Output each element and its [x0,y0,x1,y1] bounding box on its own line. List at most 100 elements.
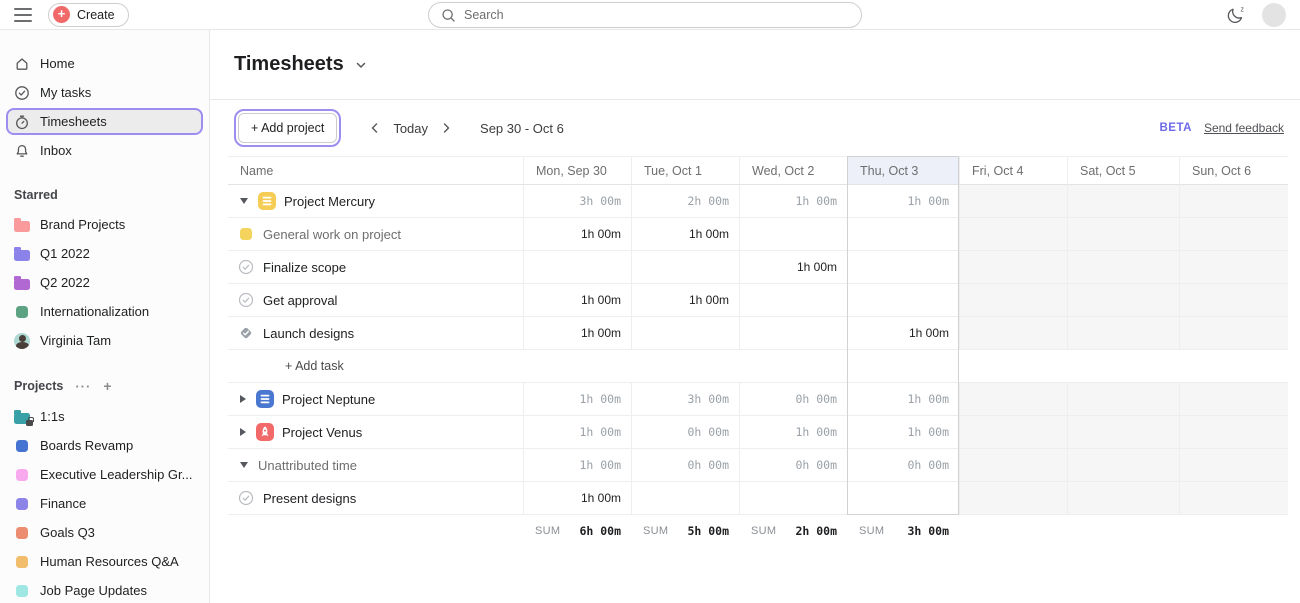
row-name-cell[interactable]: Present designs [228,482,523,515]
send-feedback-link[interactable]: Send feedback [1204,121,1284,135]
timesheet-cell[interactable]: 1h 00m [523,383,631,416]
create-button[interactable]: + Create [48,3,129,27]
row-name-cell[interactable]: Finalize scope [228,251,523,284]
timesheet-cell[interactable]: 1h 00m [847,317,959,350]
timesheet-cell[interactable]: 2h 00m [631,185,739,218]
timesheet-cell[interactable] [631,251,739,284]
timesheet-cell[interactable] [1067,482,1179,515]
sidebar-toggle-icon[interactable] [14,8,32,22]
add-task-button[interactable]: + Add task [228,350,1288,383]
caret-down-icon[interactable] [240,198,248,204]
timesheet-cell[interactable] [523,251,631,284]
timesheet-cell[interactable] [1179,185,1288,218]
row-name-cell[interactable]: Project Venus [228,416,523,449]
timesheet-cell[interactable] [959,251,1067,284]
timesheet-cell[interactable] [631,317,739,350]
timesheet-cell[interactable] [959,218,1067,251]
timesheet-cell[interactable] [1067,317,1179,350]
user-avatar[interactable] [1262,3,1286,27]
timesheet-cell[interactable] [1179,218,1288,251]
timesheet-cell[interactable] [959,185,1067,218]
timesheet-cell[interactable]: 1h 00m [739,185,847,218]
starred-item-q1-2022[interactable]: Q1 2022 [6,240,203,267]
timesheet-cell[interactable]: 0h 00m [739,383,847,416]
timesheet-cell[interactable] [1067,416,1179,449]
timesheet-cell[interactable] [1067,218,1179,251]
timesheet-cell[interactable]: 1h 00m [523,317,631,350]
sidebar-item-inbox[interactable]: Inbox [6,137,203,164]
project-item-executive-leadership-gr[interactable]: Executive Leadership Gr... [6,461,203,488]
timesheet-cell[interactable]: 0h 00m [631,416,739,449]
timesheet-cell[interactable] [1179,317,1288,350]
caret-right-icon[interactable] [240,428,246,436]
timesheet-cell[interactable] [847,218,959,251]
row-name-cell[interactable]: Launch designs [228,317,523,350]
caret-down-icon[interactable] [240,462,248,468]
prev-week-icon[interactable] [363,116,387,140]
timesheet-cell[interactable] [847,482,959,515]
row-name-cell[interactable]: Project Neptune [228,383,523,416]
timesheet-cell[interactable]: 1h 00m [847,416,959,449]
timesheet-cell[interactable]: 1h 00m [523,416,631,449]
timesheet-cell[interactable] [959,449,1067,482]
timesheet-cell[interactable] [1067,383,1179,416]
timesheet-cell[interactable] [739,284,847,317]
timesheet-cell[interactable] [739,482,847,515]
timesheet-cell[interactable]: 3h 00m [631,383,739,416]
timesheet-cell[interactable]: 1h 00m [523,284,631,317]
timesheet-cell[interactable] [959,317,1067,350]
timesheet-cell[interactable] [1067,251,1179,284]
timesheet-cell[interactable] [1179,383,1288,416]
timesheet-cell[interactable]: 1h 00m [847,383,959,416]
sidebar-item-home[interactable]: Home [6,50,203,77]
project-item-job-page-updates[interactable]: Job Page Updates [6,577,203,603]
row-name-cell[interactable]: General work on project [228,218,523,251]
timesheet-cell[interactable]: 1h 00m [631,218,739,251]
starred-item-virginia-tam[interactable]: Virginia Tam [6,327,203,354]
timesheet-cell[interactable]: 1h 00m [523,218,631,251]
timesheet-cell[interactable]: 1h 00m [523,482,631,515]
search-bar[interactable] [428,2,862,28]
timesheet-cell[interactable]: 0h 00m [631,449,739,482]
starred-item-internationalization[interactable]: Internationalization [6,298,203,325]
timesheet-cell[interactable] [959,482,1067,515]
starred-item-q2-2022[interactable]: Q2 2022 [6,269,203,296]
timesheet-cell[interactable] [1067,449,1179,482]
sidebar-item-my-tasks[interactable]: My tasks [6,79,203,106]
timesheet-cell[interactable] [847,251,959,284]
timesheet-cell[interactable] [1179,284,1288,317]
row-name-cell[interactable]: Unattributed time [228,449,523,482]
timesheet-cell[interactable] [959,284,1067,317]
today-button[interactable]: Today [393,121,428,136]
timesheet-cell[interactable]: 1h 00m [739,251,847,284]
next-week-icon[interactable] [434,116,458,140]
project-item-boards-revamp[interactable]: Boards Revamp [6,432,203,459]
chevron-down-icon[interactable] [354,58,368,72]
timesheet-cell[interactable] [959,416,1067,449]
timesheet-cell[interactable]: 0h 00m [739,449,847,482]
timesheet-cell[interactable]: 1h 00m [631,284,739,317]
starred-item-brand-projects[interactable]: Brand Projects [6,211,203,238]
timesheet-cell[interactable]: 0h 00m [847,449,959,482]
timesheet-cell[interactable]: 3h 00m [523,185,631,218]
row-name-cell[interactable]: Project Mercury [228,185,523,218]
timesheet-cell[interactable] [959,383,1067,416]
project-item-human-resources-q-a[interactable]: Human Resources Q&A [6,548,203,575]
timesheet-cell[interactable] [1179,449,1288,482]
timesheet-cell[interactable] [1179,416,1288,449]
timesheet-cell[interactable] [1067,284,1179,317]
add-project-button[interactable]: + Add project [238,113,337,143]
project-item-goals-q3[interactable]: Goals Q3 [6,519,203,546]
timesheet-cell[interactable] [739,218,847,251]
timesheet-cell[interactable] [631,482,739,515]
timesheet-cell[interactable] [1179,482,1288,515]
timesheet-cell[interactable] [739,317,847,350]
row-name-cell[interactable]: Get approval [228,284,523,317]
timesheet-cell[interactable]: 1h 00m [739,416,847,449]
timesheet-cell[interactable] [1179,251,1288,284]
project-item-1-1s[interactable]: 1:1s [6,403,203,430]
caret-right-icon[interactable] [240,395,246,403]
sidebar-item-timesheets[interactable]: Timesheets [6,108,203,135]
timesheet-cell[interactable]: 1h 00m [847,185,959,218]
timesheet-cell[interactable] [1067,185,1179,218]
